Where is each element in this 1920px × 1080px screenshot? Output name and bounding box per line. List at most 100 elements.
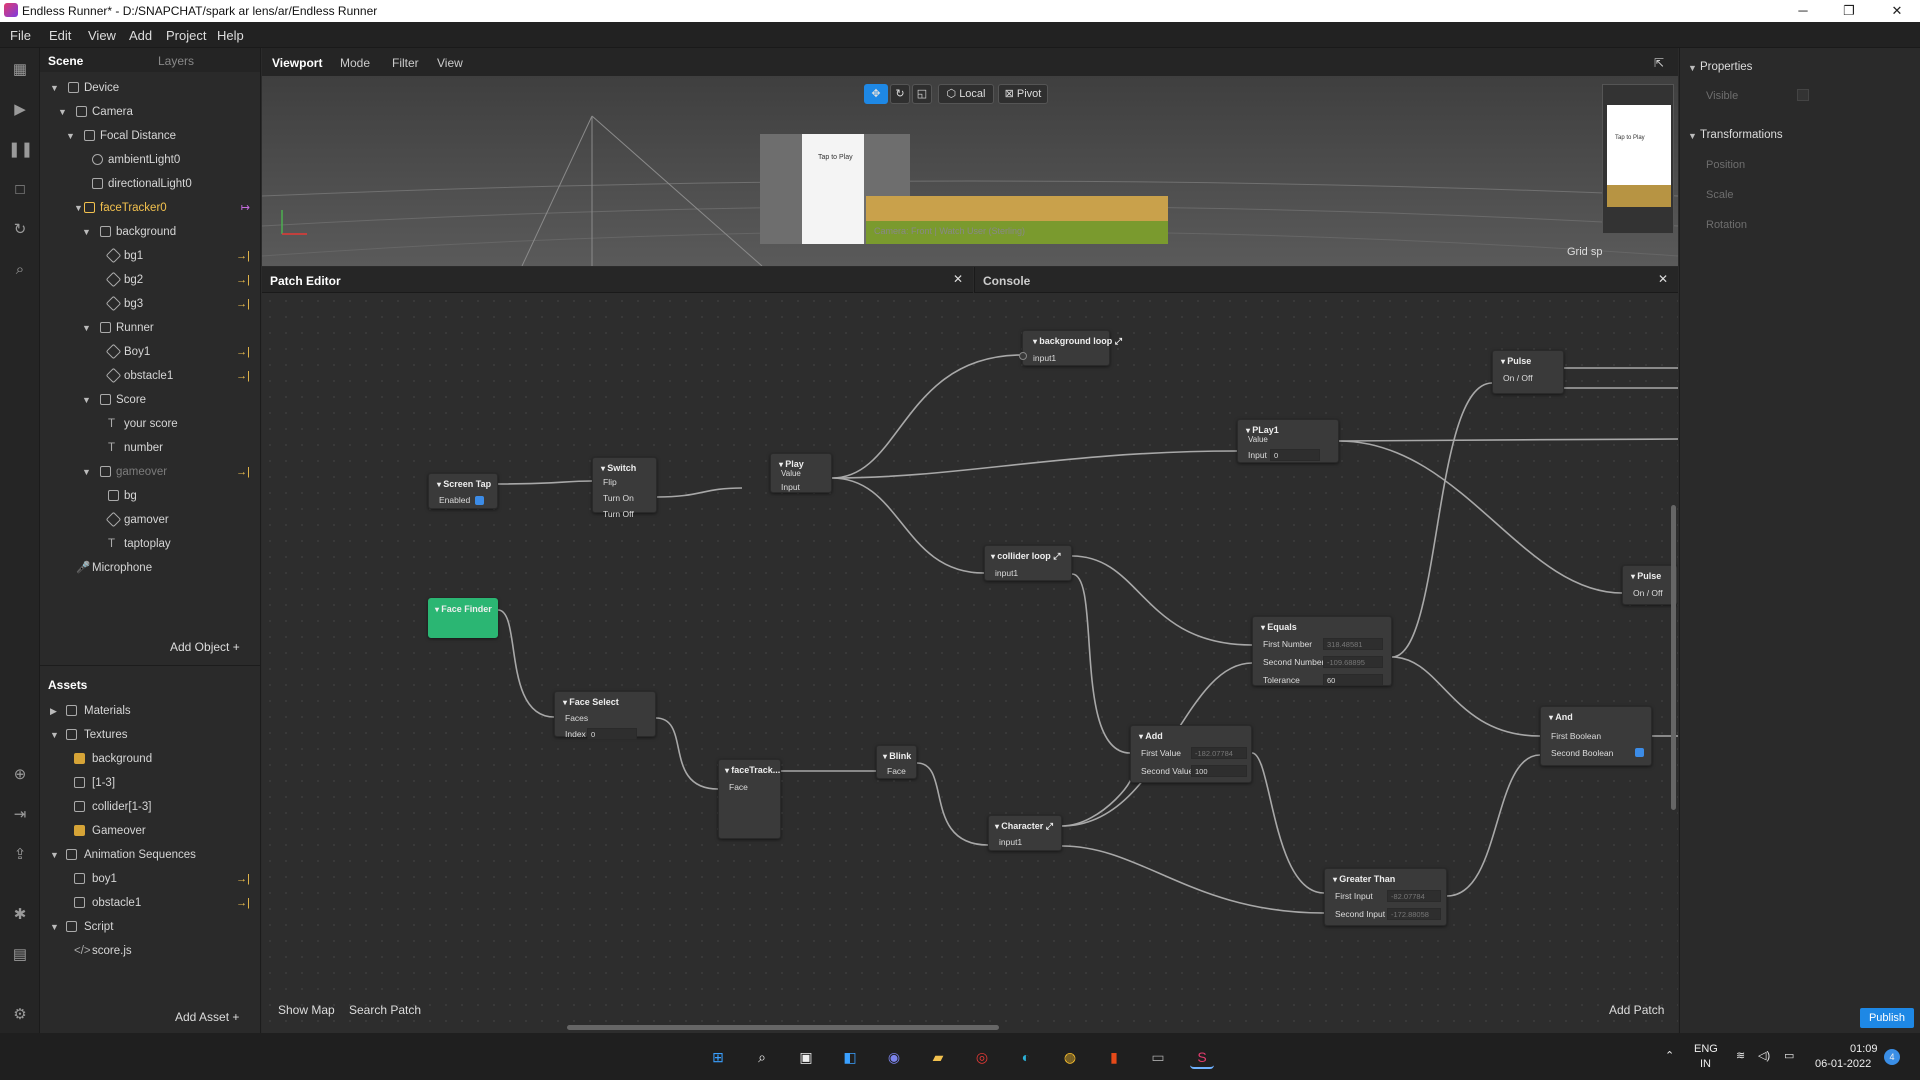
clock-date[interactable]: 06-01-2022 [1815,1058,1871,1070]
asset-1-3[interactable]: [1-3] [40,771,260,795]
asset-script[interactable]: ▼ Script [40,915,260,939]
tree-item-focal-distance[interactable]: ▼ Focal Distance [40,124,260,148]
tray-chevron-icon[interactable]: ⌃ [1665,1049,1674,1062]
node-greater-than[interactable]: Greater Than First Input -82.07784 Secon… [1324,868,1447,926]
tree-item-microphone[interactable]: 🎤 Microphone [40,556,260,580]
patch-editor-canvas[interactable]: background loop ⤢ input1 Screen Tap Enab… [262,293,1678,1033]
node-face-finder[interactable]: Face Finder [428,598,498,638]
tree-item-boy1[interactable]: Boy1 →| [40,340,260,364]
asset-boy1[interactable]: boy1 →| [40,867,260,891]
language-label[interactable]: ENG [1694,1043,1718,1055]
teams-chat-icon[interactable]: ◉ [882,1045,906,1069]
node-blink[interactable]: Blink Face [876,745,917,779]
first-input-field[interactable]: -82.07784 [1387,890,1441,902]
node-play1[interactable]: PLay1 Value Input 0 [1237,419,1339,463]
menu-add[interactable]: Add [129,28,152,43]
close-console-icon[interactable]: ✕ [1658,272,1668,286]
search-taskbar-icon[interactable]: ⌕ [750,1045,774,1069]
first-number-field[interactable]: 318.48581 [1323,638,1383,650]
asset-background[interactable]: background [40,747,260,771]
node-character[interactable]: Character ⤢ input1 [988,815,1062,851]
volume-icon[interactable]: ◁) [1758,1049,1770,1062]
add-asset-button[interactable]: Add Asset + [175,1010,239,1024]
notification-badge[interactable]: 4 [1884,1049,1900,1065]
asset-collider[interactable]: collider[1-3] [40,795,260,819]
play1-input-field[interactable]: 0 [1270,449,1320,461]
clock-time[interactable]: 01:09 [1850,1043,1878,1055]
popout-icon[interactable]: ⇱ [1654,56,1664,70]
chrome-browser-icon[interactable]: ◍ [1058,1045,1082,1069]
tab-filter[interactable]: Filter [392,56,419,70]
tab-scene[interactable]: Scene [48,54,83,68]
asset-score-js[interactable]: </> score.js [40,939,260,963]
second-input-field[interactable]: -172.88058 [1387,908,1441,920]
horizontal-scrollbar[interactable] [567,1025,999,1030]
preview-icon[interactable]: ⇥ [8,803,32,827]
asset-gameover[interactable]: Gameover [40,819,260,843]
spark-ar-taskbar-icon[interactable]: S [1190,1045,1214,1069]
upload-icon[interactable]: ⇪ [8,843,32,867]
node-pulse-2[interactable]: Pulse On / Off [1622,565,1678,605]
windows-start-icon[interactable]: ⊞ [706,1045,730,1069]
widgets-icon[interactable]: ◧ [838,1045,862,1069]
show-map-button[interactable]: Show Map [278,1003,335,1017]
menu-file[interactable]: File [10,28,31,43]
search-patch-button[interactable]: Search Patch [349,1003,421,1017]
tree-item-bg2[interactable]: bg2 →| [40,268,260,292]
file-explorer-icon[interactable]: ▰ [926,1045,950,1069]
tab-viewport[interactable]: Viewport [272,56,322,70]
region-label[interactable]: IN [1700,1058,1711,1070]
tree-item-runner[interactable]: ▼ Runner [40,316,260,340]
tree-item-bg1[interactable]: bg1 →| [40,244,260,268]
node-equals[interactable]: Equals First Number 318.48581 Second Num… [1252,616,1392,686]
asset-obstacle1[interactable]: obstacle1 →| [40,891,260,915]
scale-tool-icon[interactable]: ◱ [912,84,932,104]
publish-button[interactable]: Publish [1860,1008,1914,1028]
menu-edit[interactable]: Edit [49,28,71,43]
office-icon[interactable]: ▮ [1102,1045,1126,1069]
terminal-icon[interactable]: ▭ [1146,1045,1170,1069]
local-toggle[interactable]: ⬡ Local [938,84,994,104]
tree-item-bg3[interactable]: bg3 →| [40,292,260,316]
tolerance-field[interactable]: 60 [1323,674,1383,686]
video-icon[interactable]: ▶ [8,98,32,122]
node-and[interactable]: And First Boolean Second Boolean [1540,706,1652,766]
asset-animation-sequences[interactable]: ▼ Animation Sequences [40,843,260,867]
tree-item-bg[interactable]: bg [40,484,260,508]
tree-item-number[interactable]: Tnumber [40,436,260,460]
node-add[interactable]: Add First Value -182.07784 Second Value … [1130,725,1252,783]
node-face-select[interactable]: Face Select Faces Index 0 [554,691,656,740]
send-to-device-icon[interactable]: ⊕ [8,763,32,787]
close-patch-editor-icon[interactable]: ✕ [953,272,963,286]
bug-icon[interactable]: ✱ [8,903,32,927]
wifi-icon[interactable]: ≋ [1736,1049,1745,1062]
tree-item-camera[interactable]: ▼ Camera [40,100,260,124]
menu-view[interactable]: View [88,28,116,43]
node-background-loop[interactable]: background loop ⤢ input1 [1019,330,1122,366]
node-switch[interactable]: Switch Flip Turn On Turn Off [592,457,657,519]
add-object-button[interactable]: Add Object + [170,640,240,654]
docs-icon[interactable]: ▤ [8,943,32,967]
tree-item-gamover[interactable]: gamover [40,508,260,532]
first-value-field[interactable]: -182.07784 [1191,747,1247,759]
node-collider-loop[interactable]: collider loop ⤢ input1 [984,545,1072,581]
tree-item-your-score[interactable]: Tyour score [40,412,260,436]
stop-icon[interactable]: □ [8,178,32,202]
asset-materials[interactable]: ▶ Materials [40,699,260,723]
input-port[interactable] [1019,352,1027,360]
node-play[interactable]: Play Value Input [770,453,832,493]
search-icon[interactable]: ⌕ [8,258,32,282]
enabled-checkbox[interactable] [475,496,484,505]
vertical-scrollbar[interactable] [1671,505,1676,810]
asset-textures[interactable]: ▼ Textures [40,723,260,747]
edge-browser-icon[interactable]: ◐ [1014,1045,1038,1069]
second-number-field[interactable]: -109.68895 [1323,656,1383,668]
record-app-icon[interactable]: ◎ [970,1045,994,1069]
menu-help[interactable]: Help [217,28,244,43]
node-screen-tap[interactable]: Screen Tap Enabled [428,473,498,509]
tree-item-directional-light[interactable]: directionalLight0 [40,172,260,196]
tree-item-gameover[interactable]: ▼ gameover →| [40,460,260,484]
minimize-button[interactable]: ─ [1780,0,1826,22]
add-patch-button[interactable]: Add Patch [1609,1003,1664,1017]
refresh-icon[interactable]: ↻ [8,218,32,242]
